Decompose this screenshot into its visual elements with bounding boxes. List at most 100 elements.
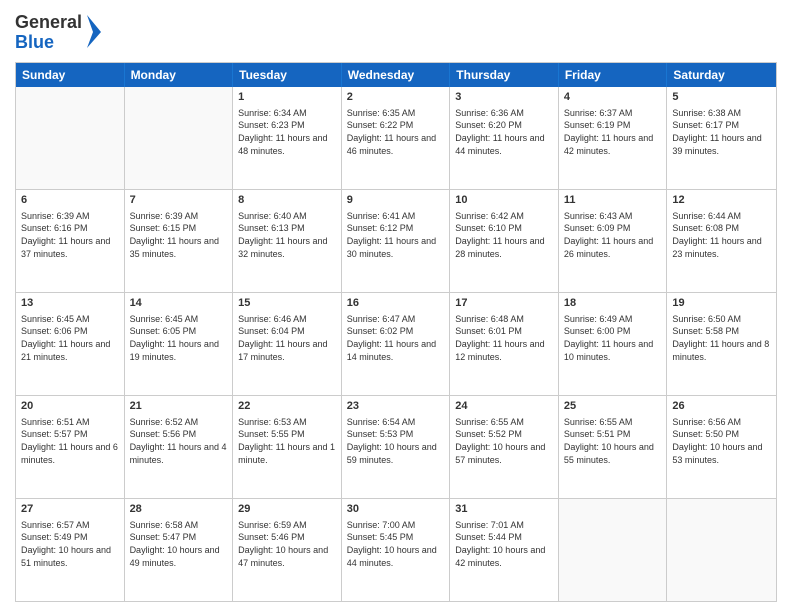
day-number: 24: [455, 399, 553, 414]
day-info: Sunrise: 6:45 AM Sunset: 6:05 PM Dayligh…: [130, 313, 228, 363]
day-info: Sunrise: 6:50 AM Sunset: 5:58 PM Dayligh…: [672, 313, 771, 363]
week-row-3: 13 Sunrise: 6:45 AM Sunset: 6:06 PM Dayli…: [16, 293, 776, 396]
day-info: Sunrise: 6:46 AM Sunset: 6:04 PM Dayligh…: [238, 313, 336, 363]
day-cell: 21Sunrise: 6:52 AM Sunset: 5:56 PM Dayli…: [125, 396, 234, 498]
day-cell: 7Sunrise: 6:39 AM Sunset: 6:15 PM Daylig…: [125, 190, 234, 292]
day-cell: 25Sunrise: 6:55 AM Sunset: 5:51 PM Dayli…: [559, 396, 668, 498]
day-cell: 8 Sunrise: 6:40 AM Sunset: 6:13 PM Daylig…: [233, 190, 342, 292]
day-header-tuesday: Tuesday: [233, 63, 342, 87]
day-header-wednesday: Wednesday: [342, 63, 451, 87]
logo: GeneralBlue: [15, 10, 105, 54]
day-cell: 12Sunrise: 6:44 AM Sunset: 6:08 PM Dayli…: [667, 190, 776, 292]
day-number: 15: [238, 296, 336, 311]
day-number: 11: [564, 193, 662, 208]
day-info: Sunrise: 6:54 AM Sunset: 5:53 PM Dayligh…: [347, 416, 445, 466]
day-info: Sunrise: 6:59 AM Sunset: 5:46 PM Dayligh…: [238, 519, 336, 569]
week-row-4: 20Sunrise: 6:51 AM Sunset: 5:57 PM Dayli…: [16, 396, 776, 499]
day-cell: 28Sunrise: 6:58 AM Sunset: 5:47 PM Dayli…: [125, 499, 234, 601]
day-number: 12: [672, 193, 771, 208]
day-cell: 16Sunrise: 6:47 AM Sunset: 6:02 PM Dayli…: [342, 293, 451, 395]
day-info: Sunrise: 6:36 AM Sunset: 6:20 PM Dayligh…: [455, 107, 553, 157]
day-cell: 10 Sunrise: 6:42 AM Sunset: 6:10 PM Dayli…: [450, 190, 559, 292]
day-header-friday: Friday: [559, 63, 668, 87]
day-info: Sunrise: 6:58 AM Sunset: 5:47 PM Dayligh…: [130, 519, 228, 569]
day-number: 5: [672, 90, 771, 105]
day-cell: 22 Sunrise: 6:53 AM Sunset: 5:55 PM Dayli…: [233, 396, 342, 498]
week-row-5: 27 Sunrise: 6:57 AM Sunset: 5:49 PM Dayli…: [16, 499, 776, 601]
day-number: 2: [347, 90, 445, 105]
day-number: 4: [564, 90, 662, 105]
day-number: 22: [238, 399, 336, 414]
day-info: Sunrise: 6:56 AM Sunset: 5:50 PM Dayligh…: [672, 416, 771, 466]
day-number: 10: [455, 193, 553, 208]
day-info: Sunrise: 6:38 AM Sunset: 6:17 PM Dayligh…: [672, 107, 771, 157]
day-cell: 23 Sunrise: 6:54 AM Sunset: 5:53 PM Dayli…: [342, 396, 451, 498]
day-cell: 30 Sunrise: 7:00 AM Sunset: 5:45 PM Dayli…: [342, 499, 451, 601]
day-header-monday: Monday: [125, 63, 234, 87]
day-cell: 26Sunrise: 6:56 AM Sunset: 5:50 PM Dayli…: [667, 396, 776, 498]
day-info: Sunrise: 6:53 AM Sunset: 5:55 PM Dayligh…: [238, 416, 336, 466]
day-cell: [125, 87, 234, 189]
day-cell: 5 Sunrise: 6:38 AM Sunset: 6:17 PM Daylig…: [667, 87, 776, 189]
day-number: 19: [672, 296, 771, 311]
day-cell: 6 Sunrise: 6:39 AM Sunset: 6:16 PM Daylig…: [16, 190, 125, 292]
day-number: 23: [347, 399, 445, 414]
day-cell: 20Sunrise: 6:51 AM Sunset: 5:57 PM Dayli…: [16, 396, 125, 498]
day-cell: 15 Sunrise: 6:46 AM Sunset: 6:04 PM Dayli…: [233, 293, 342, 395]
day-number: 16: [347, 296, 445, 311]
day-info: Sunrise: 6:45 AM Sunset: 6:06 PM Dayligh…: [21, 313, 119, 363]
day-cell: 1Sunrise: 6:34 AM Sunset: 6:23 PM Daylig…: [233, 87, 342, 189]
day-info: Sunrise: 6:37 AM Sunset: 6:19 PM Dayligh…: [564, 107, 662, 157]
day-cell: 29 Sunrise: 6:59 AM Sunset: 5:46 PM Dayli…: [233, 499, 342, 601]
day-info: Sunrise: 6:48 AM Sunset: 6:01 PM Dayligh…: [455, 313, 553, 363]
day-number: 18: [564, 296, 662, 311]
day-number: 31: [455, 502, 553, 517]
header: GeneralBlue: [15, 10, 777, 54]
day-info: Sunrise: 6:49 AM Sunset: 6:00 PM Dayligh…: [564, 313, 662, 363]
day-cell: 27 Sunrise: 6:57 AM Sunset: 5:49 PM Dayli…: [16, 499, 125, 601]
day-info: Sunrise: 6:55 AM Sunset: 5:52 PM Dayligh…: [455, 416, 553, 466]
day-headers: SundayMondayTuesdayWednesdayThursdayFrid…: [16, 63, 776, 87]
day-number: 17: [455, 296, 553, 311]
day-cell: 14 Sunrise: 6:45 AM Sunset: 6:05 PM Dayli…: [125, 293, 234, 395]
day-number: 25: [564, 399, 662, 414]
day-number: 9: [347, 193, 445, 208]
day-number: 27: [21, 502, 119, 517]
day-cell: 17 Sunrise: 6:48 AM Sunset: 6:01 PM Dayli…: [450, 293, 559, 395]
day-cell: [559, 499, 668, 601]
page: GeneralBlue SundayMondayTuesdayWednesday…: [0, 0, 792, 612]
day-number: 29: [238, 502, 336, 517]
weeks: 1Sunrise: 6:34 AM Sunset: 6:23 PM Daylig…: [16, 87, 776, 601]
day-number: 20: [21, 399, 119, 414]
logo-svg: GeneralBlue: [15, 10, 105, 54]
day-info: Sunrise: 6:43 AM Sunset: 6:09 PM Dayligh…: [564, 210, 662, 260]
day-number: 14: [130, 296, 228, 311]
day-info: Sunrise: 6:41 AM Sunset: 6:12 PM Dayligh…: [347, 210, 445, 260]
day-info: Sunrise: 6:52 AM Sunset: 5:56 PM Dayligh…: [130, 416, 228, 466]
calendar: SundayMondayTuesdayWednesdayThursdayFrid…: [15, 62, 777, 602]
svg-text:Blue: Blue: [15, 32, 54, 52]
day-header-thursday: Thursday: [450, 63, 559, 87]
day-number: 8: [238, 193, 336, 208]
day-number: 6: [21, 193, 119, 208]
day-info: Sunrise: 6:40 AM Sunset: 6:13 PM Dayligh…: [238, 210, 336, 260]
day-info: Sunrise: 6:39 AM Sunset: 6:16 PM Dayligh…: [21, 210, 119, 260]
day-number: 30: [347, 502, 445, 517]
day-cell: 9 Sunrise: 6:41 AM Sunset: 6:12 PM Daylig…: [342, 190, 451, 292]
day-info: Sunrise: 6:34 AM Sunset: 6:23 PM Dayligh…: [238, 107, 336, 157]
svg-text:General: General: [15, 12, 82, 32]
day-cell: 19 Sunrise: 6:50 AM Sunset: 5:58 PM Dayli…: [667, 293, 776, 395]
day-header-sunday: Sunday: [16, 63, 125, 87]
day-info: Sunrise: 6:57 AM Sunset: 5:49 PM Dayligh…: [21, 519, 119, 569]
week-row-1: 1Sunrise: 6:34 AM Sunset: 6:23 PM Daylig…: [16, 87, 776, 190]
day-cell: 18 Sunrise: 6:49 AM Sunset: 6:00 PM Dayli…: [559, 293, 668, 395]
day-info: Sunrise: 6:42 AM Sunset: 6:10 PM Dayligh…: [455, 210, 553, 260]
day-info: Sunrise: 7:00 AM Sunset: 5:45 PM Dayligh…: [347, 519, 445, 569]
day-number: 3: [455, 90, 553, 105]
day-number: 7: [130, 193, 228, 208]
day-number: 13: [21, 296, 119, 311]
week-row-2: 6 Sunrise: 6:39 AM Sunset: 6:16 PM Daylig…: [16, 190, 776, 293]
day-cell: 11 Sunrise: 6:43 AM Sunset: 6:09 PM Dayli…: [559, 190, 668, 292]
day-header-saturday: Saturday: [667, 63, 776, 87]
day-info: Sunrise: 6:35 AM Sunset: 6:22 PM Dayligh…: [347, 107, 445, 157]
